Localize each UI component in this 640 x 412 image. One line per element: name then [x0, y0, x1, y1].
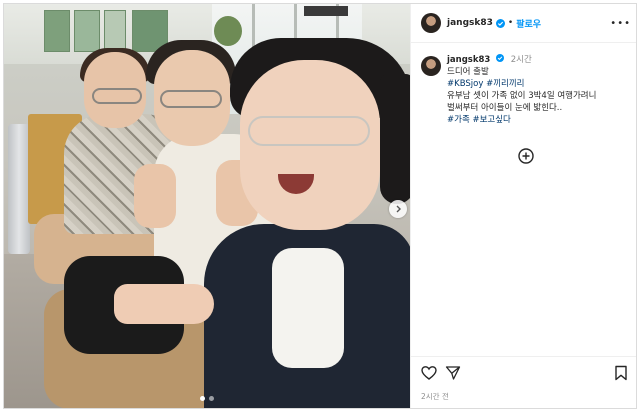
follow-button[interactable]: 팔로우	[516, 17, 541, 30]
caption-avatar[interactable]	[421, 56, 441, 76]
header-username[interactable]: jangsk83	[447, 18, 493, 28]
carousel-dot	[209, 396, 214, 401]
carousel-indicator	[4, 396, 410, 401]
caption-text: jangsk83 2시간 드디어 출발 #KBSjoy #끼리끼리 유부남 셋이…	[447, 54, 633, 126]
caption-line: 유부남 셋이 가족 없이 3박4일 여행가려니	[447, 91, 597, 101]
hashtag[interactable]: #보고싶다	[472, 115, 510, 125]
verified-badge-icon	[496, 54, 505, 63]
hashtag[interactable]: #끼리끼리	[486, 79, 524, 89]
instagram-post-embed: jangsk83 • 팔로우 ••• jangsk83 2시간 드디어 출발 #…	[3, 3, 637, 409]
bookmark-icon[interactable]	[613, 365, 629, 381]
caption-username[interactable]: jangsk83	[447, 55, 490, 65]
share-icon[interactable]	[445, 365, 461, 381]
post-side-panel: jangsk83 • 팔로우 ••• jangsk83 2시간 드디어 출발 #…	[410, 4, 636, 408]
add-comment-icon[interactable]	[518, 148, 534, 164]
caption: jangsk83 2시간 드디어 출발 #KBSjoy #끼리끼리 유부남 셋이…	[421, 54, 633, 126]
caption-line: 드디어 출발	[447, 67, 489, 77]
header-separator: •	[507, 18, 514, 28]
more-options-icon[interactable]: •••	[610, 18, 631, 29]
chevron-right-icon	[396, 205, 401, 213]
post-header: jangsk83 • 팔로우 •••	[411, 4, 636, 43]
verified-badge-icon	[495, 18, 505, 28]
heart-icon[interactable]	[421, 365, 437, 381]
carousel-dot-active	[200, 396, 205, 401]
suitcase	[8, 124, 30, 254]
action-bar: 2시간 전	[411, 356, 636, 408]
caption-time: 2시간	[510, 55, 532, 65]
post-photo[interactable]	[4, 4, 410, 408]
hashtag[interactable]: #KBSjoy	[447, 79, 483, 89]
carousel-next-button[interactable]	[389, 200, 407, 218]
post-timestamp: 2시간 전	[421, 392, 449, 401]
avatar[interactable]	[421, 13, 441, 33]
caption-line: 벌써부터 아이들이 눈에 밟힌다..	[447, 103, 563, 113]
hashtag[interactable]: #가족	[447, 115, 470, 125]
